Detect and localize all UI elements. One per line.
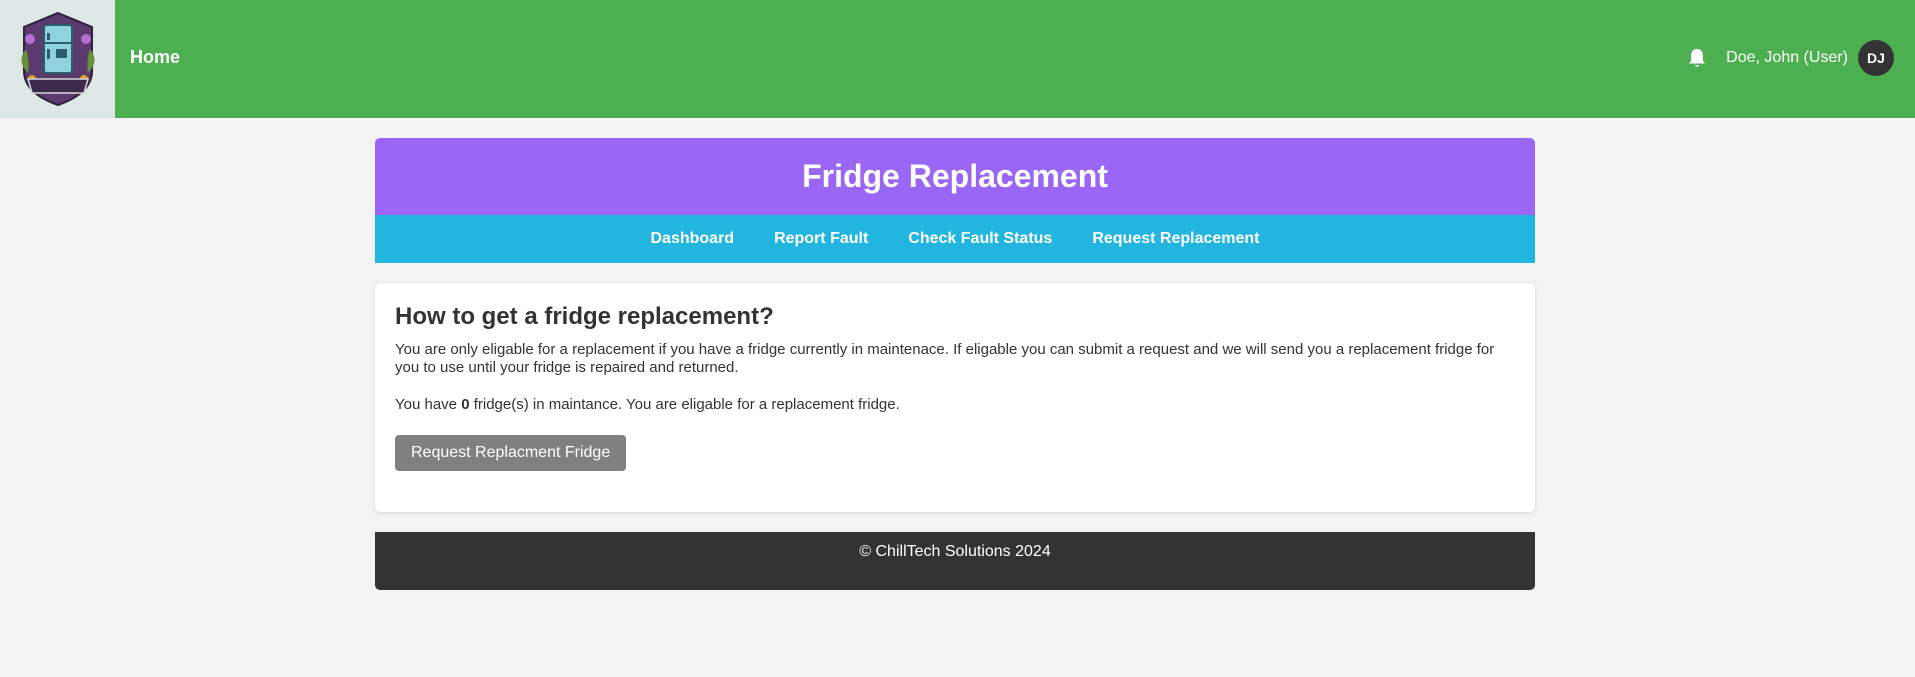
request-replacement-button[interactable]: Request Replacment Fridge xyxy=(395,435,627,471)
replacement-info-card: How to get a fridge replacement? You are… xyxy=(375,283,1535,512)
maintenance-count-line: You have 0 fridge(s) in maintance. You a… xyxy=(395,396,1515,414)
page-title: Fridge Replacement xyxy=(802,158,1108,194)
home-link[interactable]: Home xyxy=(130,47,180,68)
page-banner: Fridge Replacement xyxy=(375,138,1535,215)
user-area: Doe, John (User) DJ xyxy=(1686,40,1894,76)
tab-request-replacement[interactable]: Request Replacement xyxy=(1092,230,1259,248)
footer-copyright: © ChillTech Solutions 2024 xyxy=(859,543,1051,560)
count-suffix: fridge(s) in maintance. You are eligable… xyxy=(469,396,900,413)
tab-dashboard[interactable]: Dashboard xyxy=(651,230,735,248)
card-description: You are only eligable for a replacement … xyxy=(395,341,1495,376)
main-container: Fridge Replacement Dashboard Report Faul… xyxy=(375,138,1535,590)
user-name[interactable]: Doe, John (User) xyxy=(1726,49,1848,67)
maintenance-count: 0 xyxy=(461,396,470,413)
fridge-logo-icon xyxy=(20,11,95,107)
top-navbar: Home Doe, John (User) DJ xyxy=(0,0,1915,118)
card-heading: How to get a fridge replacement? xyxy=(395,303,774,330)
count-prefix: You have xyxy=(395,396,462,413)
footer: © ChillTech Solutions 2024 xyxy=(375,532,1535,590)
chilltech-logo[interactable] xyxy=(0,0,115,118)
tab-check-fault-status[interactable]: Check Fault Status xyxy=(908,230,1052,248)
tab-report-fault[interactable]: Report Fault xyxy=(774,230,868,248)
sub-nav: Dashboard Report Fault Check Fault Statu… xyxy=(375,215,1535,263)
bell-icon[interactable] xyxy=(1686,47,1708,69)
avatar[interactable]: DJ xyxy=(1858,40,1894,76)
